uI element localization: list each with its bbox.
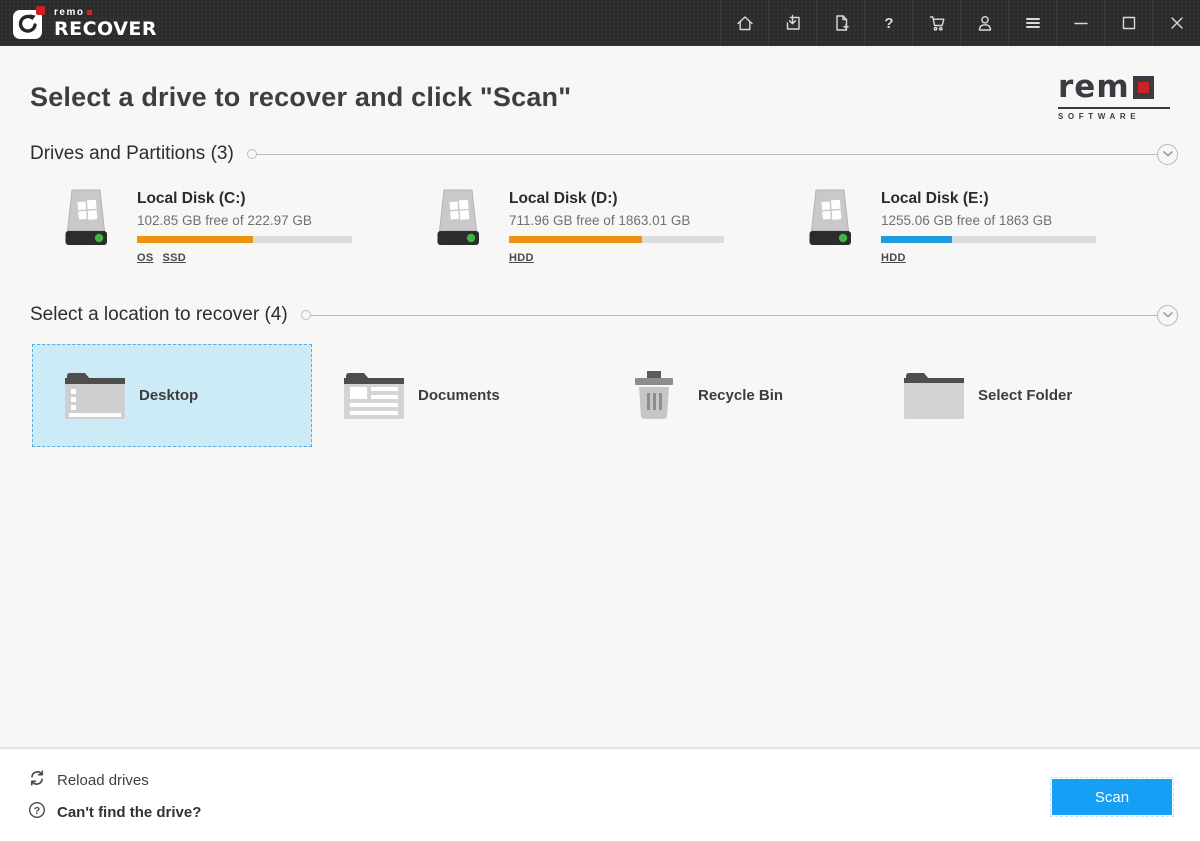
app-window: remo RECOVER ? xyxy=(0,0,1200,841)
app-name-large: RECOVER xyxy=(54,20,157,39)
brand-word: rem xyxy=(1058,72,1170,103)
drive-item[interactable]: Local Disk (C:) 102.85 GB free of 222.97… xyxy=(58,188,430,264)
svg-text:?: ? xyxy=(34,805,40,817)
hard-drive-icon xyxy=(430,188,486,250)
hard-drive-icon xyxy=(802,188,858,250)
location-label: Desktop xyxy=(139,387,198,404)
app-name-small: remo xyxy=(54,8,157,18)
drive-tag: HDD xyxy=(881,252,906,264)
locations-section-header: Select a location to recover (4) xyxy=(30,303,1178,327)
titlebar: remo RECOVER ? xyxy=(0,0,1200,46)
close-icon[interactable] xyxy=(1152,0,1200,46)
drive-tags: OS SSD xyxy=(137,252,352,264)
connector-ring xyxy=(301,310,311,320)
locations-row: Desktop Documents Recycle Bin Select Fol… xyxy=(32,344,1152,447)
location-item[interactable]: Recycle Bin xyxy=(592,344,872,447)
location-label: Documents xyxy=(418,387,500,404)
help-icon[interactable]: ? xyxy=(864,0,912,46)
drives-row: Local Disk (C:) 102.85 GB free of 222.97… xyxy=(58,188,1174,264)
chevron-down-icon[interactable] xyxy=(1157,144,1178,165)
maximize-icon[interactable] xyxy=(1104,0,1152,46)
drive-usage-bar xyxy=(881,236,1096,243)
reload-drives-button[interactable]: Reload drives xyxy=(28,769,149,792)
desktop-folder-icon xyxy=(63,370,127,422)
connector-line xyxy=(257,154,1158,155)
location-item[interactable]: Desktop xyxy=(32,344,312,447)
brand-divider xyxy=(1058,107,1170,109)
reload-icon xyxy=(28,769,46,792)
minimize-icon[interactable] xyxy=(1056,0,1104,46)
location-item[interactable]: Documents xyxy=(312,344,592,447)
drive-free-space: 102.85 GB free of 222.97 GB xyxy=(137,213,352,228)
drive-usage-fill xyxy=(881,236,952,243)
drive-name: Local Disk (E:) xyxy=(881,190,1096,208)
drive-tags: HDD xyxy=(509,252,724,264)
chevron-down-icon[interactable] xyxy=(1157,305,1178,326)
drive-usage-bar xyxy=(137,236,352,243)
drive-usage-fill xyxy=(509,236,642,243)
main-content: Select a drive to recover and click "Sca… xyxy=(0,46,1200,747)
cant-find-drive-link[interactable]: ? Can't find the drive? xyxy=(28,801,201,824)
location-label: Select Folder xyxy=(978,387,1072,404)
drives-section-label: Drives and Partitions (3) xyxy=(30,143,234,165)
menu-icon[interactable] xyxy=(1008,0,1056,46)
drive-info: Local Disk (C:) 102.85 GB free of 222.97… xyxy=(137,188,352,264)
select-folder-icon xyxy=(902,370,966,422)
drive-usage-fill xyxy=(137,236,253,243)
drive-tag: HDD xyxy=(509,252,534,264)
scan-button[interactable]: Scan xyxy=(1052,779,1172,815)
drive-tag: OS xyxy=(137,252,154,264)
drive-item[interactable]: Local Disk (D:) 711.96 GB free of 1863.0… xyxy=(430,188,802,264)
home-icon[interactable] xyxy=(720,0,768,46)
import-icon[interactable] xyxy=(768,0,816,46)
location-label: Recycle Bin xyxy=(698,387,783,404)
drive-free-space: 1255.06 GB free of 1863 GB xyxy=(881,213,1096,228)
footer: Reload drives ? Can't find the drive? Sc… xyxy=(0,747,1200,841)
titlebar-icons: ? xyxy=(720,0,1200,46)
recycle-bin-icon xyxy=(622,370,686,422)
brand-o-square xyxy=(1133,76,1154,99)
drive-name: Local Disk (D:) xyxy=(509,190,724,208)
hard-drive-icon xyxy=(58,188,114,250)
drive-info: Local Disk (E:) 1255.06 GB free of 1863 … xyxy=(881,188,1096,264)
connector-line xyxy=(311,315,1158,316)
drive-usage-bar xyxy=(509,236,724,243)
app-logo: remo RECOVER xyxy=(0,5,157,41)
locations-section-label: Select a location to recover (4) xyxy=(30,304,288,326)
cart-icon[interactable] xyxy=(912,0,960,46)
documents-folder-icon xyxy=(342,370,406,422)
reload-drives-label: Reload drives xyxy=(57,772,149,789)
svg-text:?: ? xyxy=(884,15,893,32)
app-logo-text: remo RECOVER xyxy=(54,8,157,39)
remo-software-logo: rem SOFTWARE xyxy=(1058,72,1170,121)
drives-section-header: Drives and Partitions (3) xyxy=(30,142,1178,166)
red-dot-icon xyxy=(87,10,92,15)
connector-ring xyxy=(247,149,257,159)
brand-subtitle: SOFTWARE xyxy=(1058,112,1170,121)
file-plus-icon[interactable] xyxy=(816,0,864,46)
location-item[interactable]: Select Folder xyxy=(872,344,1152,447)
drive-item[interactable]: Local Disk (E:) 1255.06 GB free of 1863 … xyxy=(802,188,1174,264)
cant-find-drive-label: Can't find the drive? xyxy=(57,804,201,821)
page-title: Select a drive to recover and click "Sca… xyxy=(30,82,571,113)
drive-tags: HDD xyxy=(881,252,1096,264)
drive-free-space: 711.96 GB free of 1863.01 GB xyxy=(509,213,724,228)
drive-tag: SSD xyxy=(163,252,187,264)
user-icon[interactable] xyxy=(960,0,1008,46)
question-circle-icon: ? xyxy=(28,801,46,824)
drive-name: Local Disk (C:) xyxy=(137,190,352,208)
drive-info: Local Disk (D:) 711.96 GB free of 1863.0… xyxy=(509,188,724,264)
remo-logo-icon xyxy=(12,5,46,41)
